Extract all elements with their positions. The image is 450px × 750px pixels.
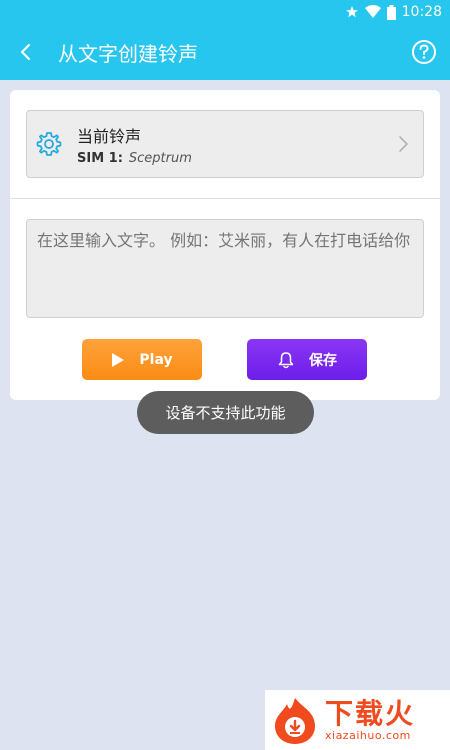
app-bar: 从文字创建铃声 (0, 24, 450, 80)
sim-label: SIM 1: (77, 150, 123, 166)
watermark-brand: 下载火 (325, 696, 416, 730)
battery-icon (386, 4, 396, 20)
save-label: 保存 (309, 352, 337, 369)
status-bar: 10:28 (0, 0, 450, 24)
page-title: 从文字创建铃声 (58, 41, 198, 66)
ringtone-text-input[interactable] (26, 219, 424, 318)
status-time: 10:28 (401, 4, 442, 20)
back-arrow-icon (20, 43, 31, 61)
bell-icon (278, 351, 294, 368)
save-button[interactable]: 保存 (247, 339, 367, 380)
ringtone-heading: 当前铃声 (77, 126, 142, 146)
chevron-right-icon (399, 136, 408, 152)
watermark-logo (275, 698, 315, 744)
watermark-domain: xiazaihuo.com (325, 728, 411, 742)
star-icon (345, 5, 359, 19)
play-icon (112, 352, 125, 367)
ringtone-subtitle: SIM 1: Sceptrum (77, 151, 393, 166)
main-card: 当前铃声 SIM 1: Sceptrum Play 保存 (10, 90, 440, 400)
current-ringtone-row[interactable]: 当前铃声 SIM 1: Sceptrum (26, 110, 424, 178)
toast-message: 设备不支持此功能 (137, 391, 314, 434)
watermark: 下载火 xiazaihuo.com (265, 690, 450, 750)
help-button[interactable] (404, 32, 444, 72)
divider (10, 198, 440, 199)
gear-icon (36, 132, 62, 156)
help-icon (412, 40, 436, 64)
play-button[interactable]: Play (82, 339, 202, 380)
play-label: Play (139, 351, 173, 368)
ringtone-name: Sceptrum (128, 150, 192, 166)
back-button[interactable] (6, 32, 46, 72)
wifi-icon (364, 5, 381, 19)
